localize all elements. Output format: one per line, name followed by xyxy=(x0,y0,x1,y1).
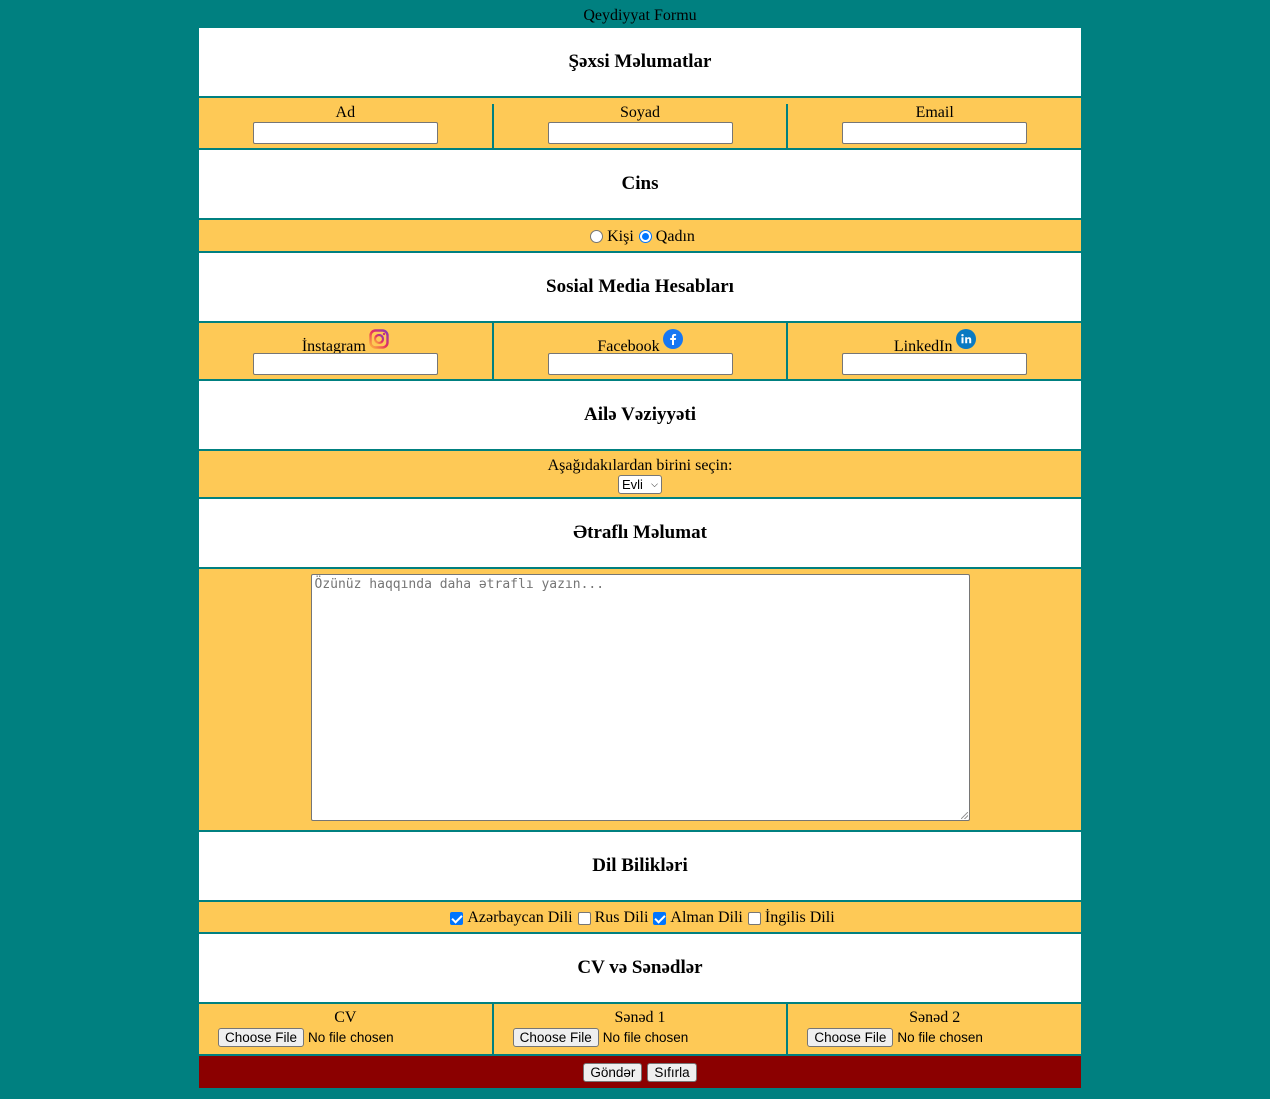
registration-form: Şəxsi Məlumatlar Ad Soyad Email Cins Kiş… xyxy=(199,28,1081,1088)
actions-bar: Göndər Sıfırla xyxy=(199,1056,1081,1088)
chevron-down-icon: ⌵ xyxy=(651,479,658,489)
resize-grip-icon[interactable] xyxy=(960,812,968,819)
section-heading-family: Ailə Vəziyyəti xyxy=(199,381,1081,451)
cv-file-status: No file chosen xyxy=(308,1030,394,1045)
section-heading-languages: Dil Bilikləri xyxy=(199,832,1081,902)
language-checkbox-azerbaijani[interactable] xyxy=(450,911,464,925)
facebook-cell: Facebook xyxy=(494,323,789,379)
first-name-cell: Ad xyxy=(199,104,494,148)
linkedin-cell: LinkedIn xyxy=(788,323,1081,379)
language-label-russian: Rus Dili xyxy=(594,909,649,926)
cv-file-input: Choose File No file chosen xyxy=(199,1028,492,1047)
last-name-label: Soyad xyxy=(620,104,660,121)
document1-label: Sənəd 1 xyxy=(614,1009,666,1026)
submit-button[interactable]: Göndər xyxy=(583,1062,643,1082)
section-heading-gender: Cins xyxy=(199,150,1081,220)
email-cell: Email xyxy=(788,104,1081,148)
language-checkbox-german[interactable] xyxy=(653,911,667,925)
instagram-input[interactable] xyxy=(252,353,438,375)
details-row: Özünüz haqqında daha ətraflı yazın... xyxy=(199,569,1081,832)
document1-cell: Sənəd 1 Choose File No file chosen xyxy=(494,1004,789,1054)
languages-row: Azərbaycan Dili Rus Dili Alman Dili İngi… xyxy=(199,902,1081,934)
reset-button[interactable]: Sıfırla xyxy=(647,1062,697,1082)
document2-file-input: Choose File No file chosen xyxy=(788,1028,1081,1047)
details-placeholder: Özünüz haqqında daha ətraflı yazın... xyxy=(314,577,605,592)
marital-status-select[interactable]: Evli ⌵ xyxy=(618,475,662,494)
first-name-label: Ad xyxy=(335,104,356,121)
section-heading-personal: Şəxsi Məlumatlar xyxy=(199,28,1081,98)
family-row: Aşağıdakılardan birini seçin: Evli ⌵ xyxy=(199,451,1081,499)
personal-fields-row: Ad Soyad Email xyxy=(199,98,1081,150)
instagram-cell: İnstagram xyxy=(199,323,494,379)
gender-row: Kişi Qadın xyxy=(199,220,1081,253)
document2-cell: Sənəd 2 Choose File No file chosen xyxy=(788,1004,1081,1054)
cv-label: CV xyxy=(334,1009,357,1026)
email-label: Email xyxy=(915,104,954,121)
language-checkbox-russian[interactable] xyxy=(577,911,591,925)
document2-choose-file-button[interactable]: Choose File xyxy=(807,1028,894,1047)
section-heading-details: Ətraflı Məlumat xyxy=(199,499,1081,569)
form-caption: Qeydiyyat Formu xyxy=(583,7,697,24)
section-heading-documents: CV və Sənədlər xyxy=(199,934,1081,1004)
gender-radio-female[interactable] xyxy=(638,230,652,243)
gender-label-male: Kişi xyxy=(607,227,634,245)
first-name-input[interactable] xyxy=(252,122,438,144)
section-heading-social: Sosial Media Hesabları xyxy=(199,253,1081,323)
last-name-cell: Soyad xyxy=(494,104,789,148)
language-label-german: Alman Dili xyxy=(670,909,743,926)
document1-choose-file-button[interactable]: Choose File xyxy=(512,1028,599,1047)
marital-status-value: Evli xyxy=(622,477,643,492)
gender-label-female: Qadın xyxy=(655,227,695,245)
family-prompt: Aşağıdakılardan birini seçin: xyxy=(547,457,733,474)
document1-file-input: Choose File No file chosen xyxy=(494,1028,787,1047)
email-input[interactable] xyxy=(842,122,1028,144)
last-name-input[interactable] xyxy=(547,122,733,144)
details-textarea[interactable]: Özünüz haqqında daha ətraflı yazın... xyxy=(310,574,970,821)
facebook-input[interactable] xyxy=(547,353,733,375)
social-fields-row: İnstagram Facebook LinkedIn xyxy=(199,323,1081,381)
cv-cell: CV Choose File No file chosen xyxy=(199,1004,494,1054)
language-label-azerbaijani: Azərbaycan Dili xyxy=(467,909,573,926)
documents-row: CV Choose File No file chosen Sənəd 1 Ch… xyxy=(199,1004,1081,1056)
linkedin-input[interactable] xyxy=(842,353,1028,375)
document1-file-status: No file chosen xyxy=(602,1030,689,1045)
language-checkbox-english[interactable] xyxy=(747,911,761,925)
document2-label: Sənəd 2 xyxy=(909,1009,961,1026)
gender-radio-male[interactable] xyxy=(590,230,604,243)
document2-file-status: No file chosen xyxy=(897,1030,983,1045)
cv-choose-file-button[interactable]: Choose File xyxy=(218,1028,305,1047)
language-label-english: İngilis Dili xyxy=(764,909,835,926)
